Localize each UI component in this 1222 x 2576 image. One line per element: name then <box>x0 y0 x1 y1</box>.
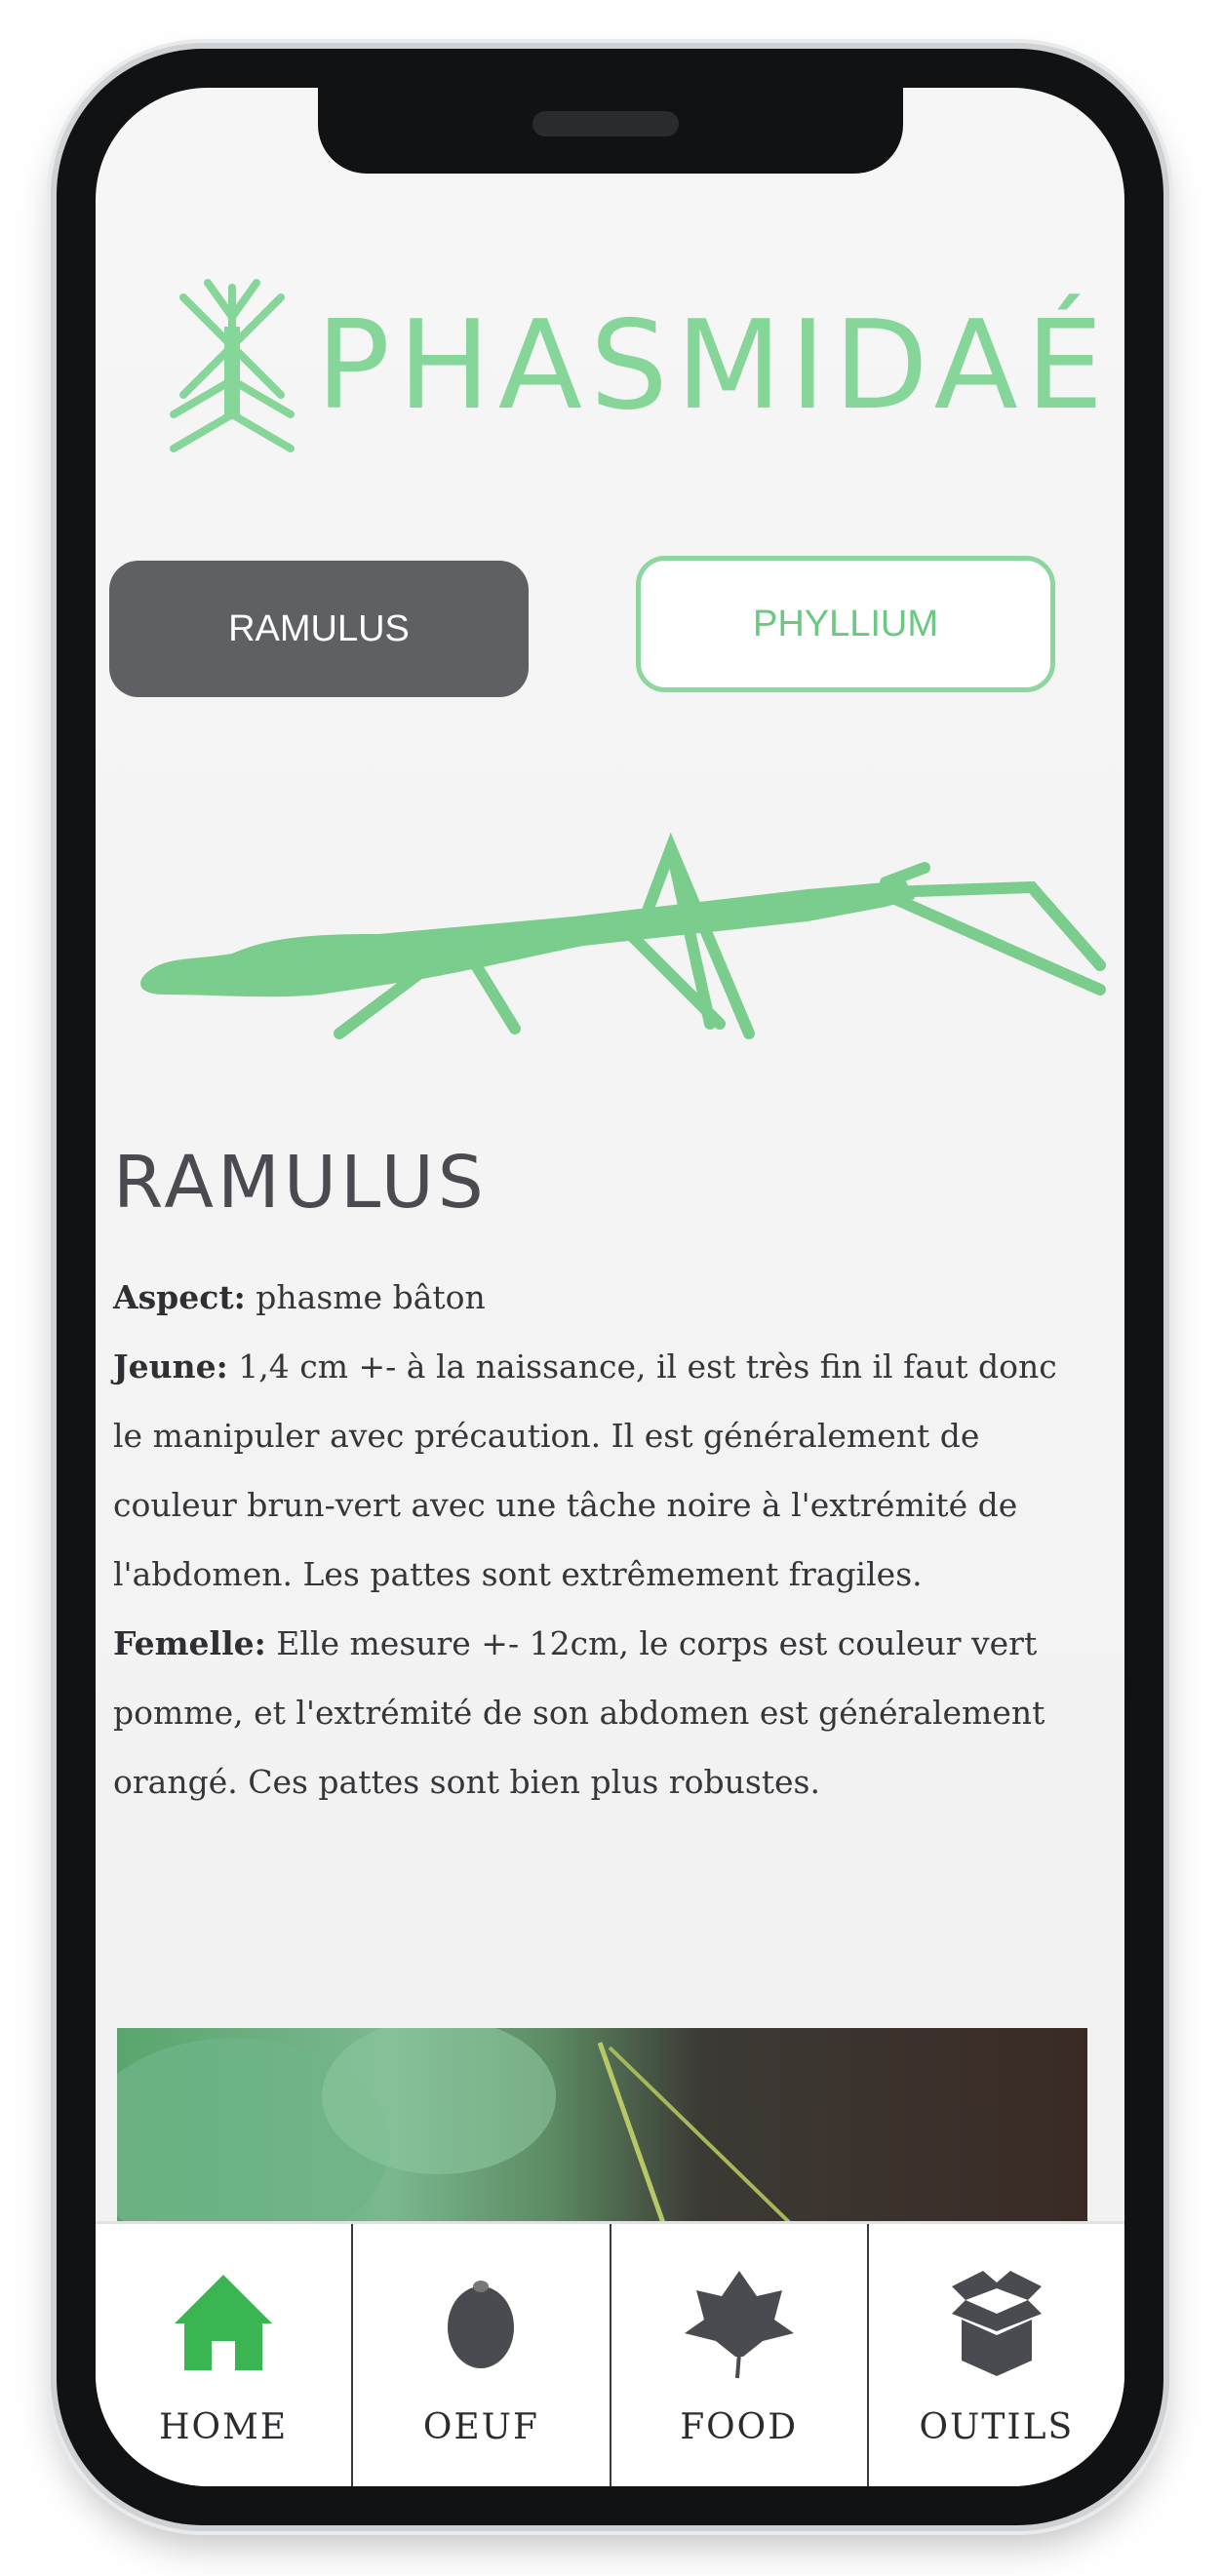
nav-food[interactable]: FOOD <box>609 2224 867 2486</box>
species-photo <box>117 2028 1087 2223</box>
femelle-label: Femelle: <box>113 1624 266 1662</box>
species-title: RAMULUS <box>113 1141 488 1225</box>
femelle-paragraph: Femelle: Elle mesure +- 12cm, le corps e… <box>113 1609 1093 1816</box>
home-icon <box>175 2275 273 2370</box>
app-title: PHASMIDAÉ <box>316 293 1112 437</box>
nav-food-label: FOOD <box>680 2407 799 2447</box>
speaker-grille <box>532 111 679 137</box>
phone-frame: PHASMIDAÉ RAMULUS PHYLLIUM RAMULUS Aspec… <box>57 49 1163 2525</box>
aspect-text: phasme bâton <box>245 1278 486 1316</box>
jeune-label: Jeune: <box>113 1347 228 1386</box>
leaf-icon <box>684 2271 794 2379</box>
bottom-nav: HOME OEUF FOOD OUTILS <box>96 2221 1124 2486</box>
nav-home[interactable]: HOME <box>96 2224 351 2486</box>
stick-insect-silhouette-icon <box>140 832 1106 1039</box>
box-icon <box>951 2271 1042 2376</box>
photo-content <box>117 2028 792 2223</box>
nav-oeuf-label: OEUF <box>422 2407 539 2447</box>
nav-home-label: HOME <box>159 2407 289 2447</box>
aspect-label: Aspect: <box>113 1278 246 1316</box>
nav-oeuf[interactable]: OEUF <box>351 2224 609 2486</box>
nav-outils-label: OUTILS <box>919 2407 1075 2447</box>
tab-phyllium[interactable]: PHYLLIUM <box>636 556 1055 692</box>
stick-insect-logo-icon <box>170 279 295 452</box>
jeune-paragraph: Jeune: 1,4 cm +- à la naissance, il est … <box>113 1332 1093 1609</box>
tab-ramulus[interactable]: RAMULUS <box>109 561 529 697</box>
nav-outils[interactable]: OUTILS <box>866 2224 1124 2486</box>
species-tabs: RAMULUS PHYLLIUM <box>109 556 1104 702</box>
jeune-text: 1,4 cm +- à la naissance, il est très fi… <box>113 1347 1057 1593</box>
phone-notch <box>318 88 903 174</box>
egg-icon <box>448 2281 515 2368</box>
species-description: Aspect: phasme bâton Jeune: 1,4 cm +- à … <box>113 1263 1093 1816</box>
app-screen: PHASMIDAÉ RAMULUS PHYLLIUM RAMULUS Aspec… <box>96 88 1124 2486</box>
app-logo: PHASMIDAÉ <box>164 278 1111 453</box>
aspect-paragraph: Aspect: phasme bâton <box>113 1263 1093 1332</box>
